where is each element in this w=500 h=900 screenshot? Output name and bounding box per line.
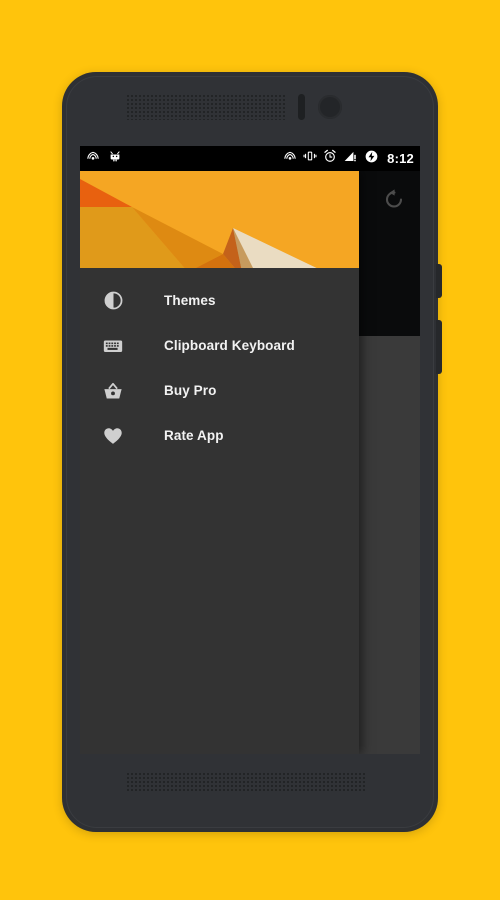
heart-icon — [100, 423, 126, 449]
vibrate-icon — [303, 149, 317, 168]
navigation-drawer: Themes Clipboard Keyboard Buy Pro Rate A… — [80, 171, 359, 754]
front-camera — [318, 95, 342, 119]
status-bar: 8:12 — [80, 146, 420, 171]
power-button[interactable] — [436, 264, 442, 298]
status-bar-left-icons — [86, 149, 122, 168]
cast-icon — [86, 149, 100, 168]
volume-rocker[interactable] — [436, 320, 442, 374]
speaker-grille-top — [126, 94, 286, 120]
proximity-sensor — [298, 94, 305, 120]
battery-charging-icon — [364, 149, 379, 169]
drawer-item-label: Rate App — [164, 428, 224, 443]
basket-icon — [100, 378, 126, 404]
drawer-item-rate-app[interactable]: Rate App — [80, 413, 359, 458]
drawer-item-label: Buy Pro — [164, 383, 217, 398]
status-bar-right-icons: 8:12 — [283, 149, 414, 169]
drawer-item-label: Clipboard Keyboard — [164, 338, 295, 353]
signal-warning-icon — [343, 149, 358, 168]
cast-icon — [283, 149, 297, 168]
wallpaper: on me down to — [0, 0, 500, 900]
phone-device: on me down to — [62, 72, 442, 832]
undo-button[interactable] — [376, 181, 412, 217]
keyboard-icon — [100, 333, 126, 359]
drawer-header-art — [80, 171, 359, 272]
phone-screen: on me down to — [80, 146, 420, 754]
drawer-item-themes[interactable]: Themes — [80, 278, 359, 323]
android-head-icon — [108, 149, 122, 168]
contrast-icon — [100, 288, 126, 314]
status-bar-clock: 8:12 — [387, 151, 414, 166]
undo-icon — [386, 189, 403, 208]
drawer-item-label: Themes — [164, 293, 216, 308]
alarm-icon — [323, 149, 337, 168]
drawer-item-buy-pro[interactable]: Buy Pro — [80, 368, 359, 413]
speaker-grille-bottom — [126, 772, 366, 792]
drawer-menu-list: Themes Clipboard Keyboard Buy Pro Rate A… — [80, 272, 359, 458]
drawer-item-clipboard-keyboard[interactable]: Clipboard Keyboard — [80, 323, 359, 368]
